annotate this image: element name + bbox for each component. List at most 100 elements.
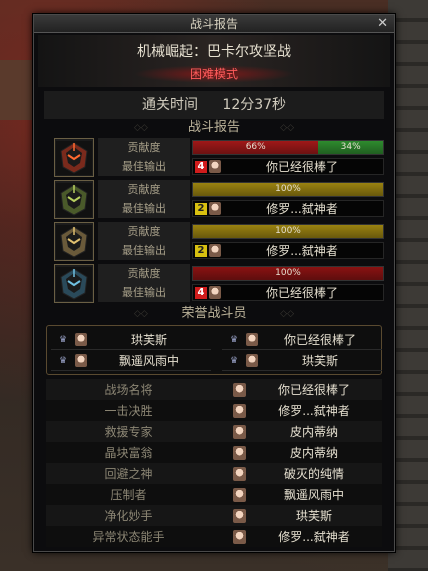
character-avatar (233, 466, 246, 481)
blue-helmet-portrait (54, 264, 94, 303)
rank-badge: 4 (195, 160, 207, 173)
contribution-bar: 100% (192, 224, 384, 239)
honor-member-name: 你已经很棒了 (283, 333, 356, 347)
contribution-bar-fill: 100% (193, 267, 383, 280)
player-list: 贡献度 66% 34% 最佳输出 4 你已经很棒了 贡献度 100% 最佳输出 2 修罗...弑神者… (44, 137, 384, 304)
honor-member[interactable]: ♛ 你已经很棒了 (222, 330, 382, 350)
player-stats: 贡献度 100% 最佳输出 2 修罗...弑神者 (98, 180, 384, 218)
award-player: 皮内蒂纳 (289, 425, 338, 439)
contribution-label: 贡献度 (98, 222, 190, 241)
character-avatar (233, 529, 246, 544)
player-row: 贡献度 66% 34% 最佳输出 4 你已经很棒了 (44, 137, 384, 178)
award-row: 一击决胜 修罗...弑神者 (46, 400, 382, 421)
contribution-line: 贡献度 100% (98, 222, 384, 241)
honor-box: ♛ 珙芙斯 ♛ 你已经很棒了 ♛ 飘遥风雨中 ♛ 珙芙斯 (46, 325, 382, 375)
character-avatar (246, 333, 258, 346)
clear-time-value: 12分37秒 (222, 97, 287, 113)
contribution-percent-secondary: 34% (340, 142, 361, 152)
player-stats: 贡献度 100% 最佳输出 4 你已经很棒了 (98, 264, 384, 302)
award-row: 救援专家 皮内蒂纳 (46, 421, 382, 442)
award-player: 修罗...弑神者 (278, 404, 350, 418)
award-row: 异常状态能手 修罗...弑神者 (46, 526, 382, 547)
close-icon[interactable]: ✕ (377, 15, 388, 33)
character-avatar (233, 508, 246, 523)
rank-badge: 2 (195, 244, 207, 257)
award-row: 回避之神 破灭的纯情 (46, 463, 382, 484)
character-avatar (233, 487, 246, 502)
best-output-line: 最佳输出 4 你已经很棒了 (98, 283, 384, 302)
battle-report-window: 战斗报告 ✕ 机械崛起：巴卡尔攻坚战 困难模式 通关时间 12分37秒 战斗报告… (33, 14, 395, 552)
contribution-bar: 100% (192, 266, 384, 281)
player-stats: 贡献度 100% 最佳输出 2 修罗...弑神者 (98, 222, 384, 260)
character-avatar (246, 354, 258, 367)
award-player: 修罗...弑神者 (278, 530, 350, 544)
player-stats: 贡献度 66% 34% 最佳输出 4 你已经很棒了 (98, 138, 384, 176)
award-list: 战场名将 你已经很棒了 一击决胜 修罗...弑神者 救援专家 皮内蒂纳 晶块富翁 皮内蒂纳 回避… (46, 379, 382, 547)
honor-member-name: 珙芙斯 (301, 354, 338, 368)
contribution-percent: 100% (275, 226, 301, 236)
contribution-line: 贡献度 100% (98, 180, 384, 199)
honor-heading: 荣誉战斗员 (34, 305, 394, 323)
award-row: 晶块富翁 皮内蒂纳 (46, 442, 382, 463)
contribution-percent: 66% (245, 142, 266, 152)
honor-member-name: 飘遥风雨中 (118, 354, 179, 368)
award-player: 飘遥风雨中 (283, 488, 344, 502)
contribution-label: 贡献度 (98, 138, 190, 157)
dungeon-header: 机械崛起：巴卡尔攻坚战 困难模式 (38, 35, 390, 87)
award-title: 救援专家 (104, 425, 153, 439)
award-title: 战场名将 (104, 383, 153, 397)
award-title: 回避之神 (104, 467, 153, 481)
award-row: 净化妙手 珙芙斯 (46, 505, 382, 526)
award-row: 压制者 飘遥风雨中 (46, 484, 382, 505)
best-output-player: 你已经很棒了 (265, 160, 338, 174)
contribution-percent: 100% (275, 268, 301, 278)
contribution-bar-fill: 66% (193, 141, 319, 154)
character-avatar (233, 403, 246, 418)
best-output-label: 最佳输出 (98, 157, 190, 176)
award-title: 压制者 (110, 488, 147, 502)
contribution-line: 贡献度 100% (98, 264, 384, 283)
award-player: 破灭的纯情 (283, 467, 344, 481)
honor-member-name: 珙芙斯 (130, 333, 167, 347)
best-output-player: 修罗...弑神者 (266, 202, 338, 216)
best-output-box: 4 你已经很棒了 (192, 284, 384, 301)
award-row: 战场名将 你已经很棒了 (46, 379, 382, 400)
window-title: 战斗报告 (189, 17, 238, 31)
honor-member[interactable]: ♛ 珙芙斯 (222, 351, 382, 371)
award-title: 异常状态能手 (92, 530, 165, 544)
clear-time-label: 通关时间 (141, 97, 198, 113)
best-output-line: 最佳输出 4 你已经很棒了 (98, 157, 384, 176)
character-avatar (75, 354, 87, 367)
award-player: 珙芙斯 (295, 509, 332, 523)
gold-helmet-portrait (54, 222, 94, 261)
crown-icon: ♛ (59, 334, 68, 345)
contribution-label: 贡献度 (98, 180, 190, 199)
window-titlebar[interactable]: 战斗报告 ✕ (34, 15, 394, 33)
difficulty-label: 困难模式 (134, 65, 294, 83)
contribution-percent: 100% (275, 184, 301, 194)
best-output-player: 你已经很棒了 (265, 286, 338, 300)
award-title: 晶块富翁 (104, 446, 153, 460)
award-player: 你已经很棒了 (277, 383, 350, 397)
contribution-bar: 66% 34% (192, 140, 384, 155)
contribution-label: 贡献度 (98, 264, 190, 283)
honor-member[interactable]: ♛ 飘遥风雨中 (51, 351, 211, 371)
character-avatar (209, 286, 221, 299)
green-helmet-portrait (54, 180, 94, 219)
character-avatar (209, 160, 221, 173)
red-helmet-portrait (54, 138, 94, 177)
best-output-label: 最佳输出 (98, 241, 190, 260)
character-avatar (233, 382, 246, 397)
character-avatar (233, 445, 246, 460)
contribution-bar-fill-secondary: 34% (318, 141, 383, 154)
crown-icon: ♛ (230, 334, 239, 345)
contribution-bar-fill: 100% (193, 183, 383, 196)
crown-icon: ♛ (59, 355, 68, 366)
best-output-box: 4 你已经很棒了 (192, 158, 384, 175)
dungeon-name: 机械崛起：巴卡尔攻坚战 (137, 44, 291, 60)
honor-member[interactable]: ♛ 珙芙斯 (51, 330, 211, 350)
best-output-line: 最佳输出 2 修罗...弑神者 (98, 241, 384, 260)
best-output-label: 最佳输出 (98, 283, 190, 302)
contribution-line: 贡献度 66% 34% (98, 138, 384, 157)
award-player: 皮内蒂纳 (289, 446, 338, 460)
